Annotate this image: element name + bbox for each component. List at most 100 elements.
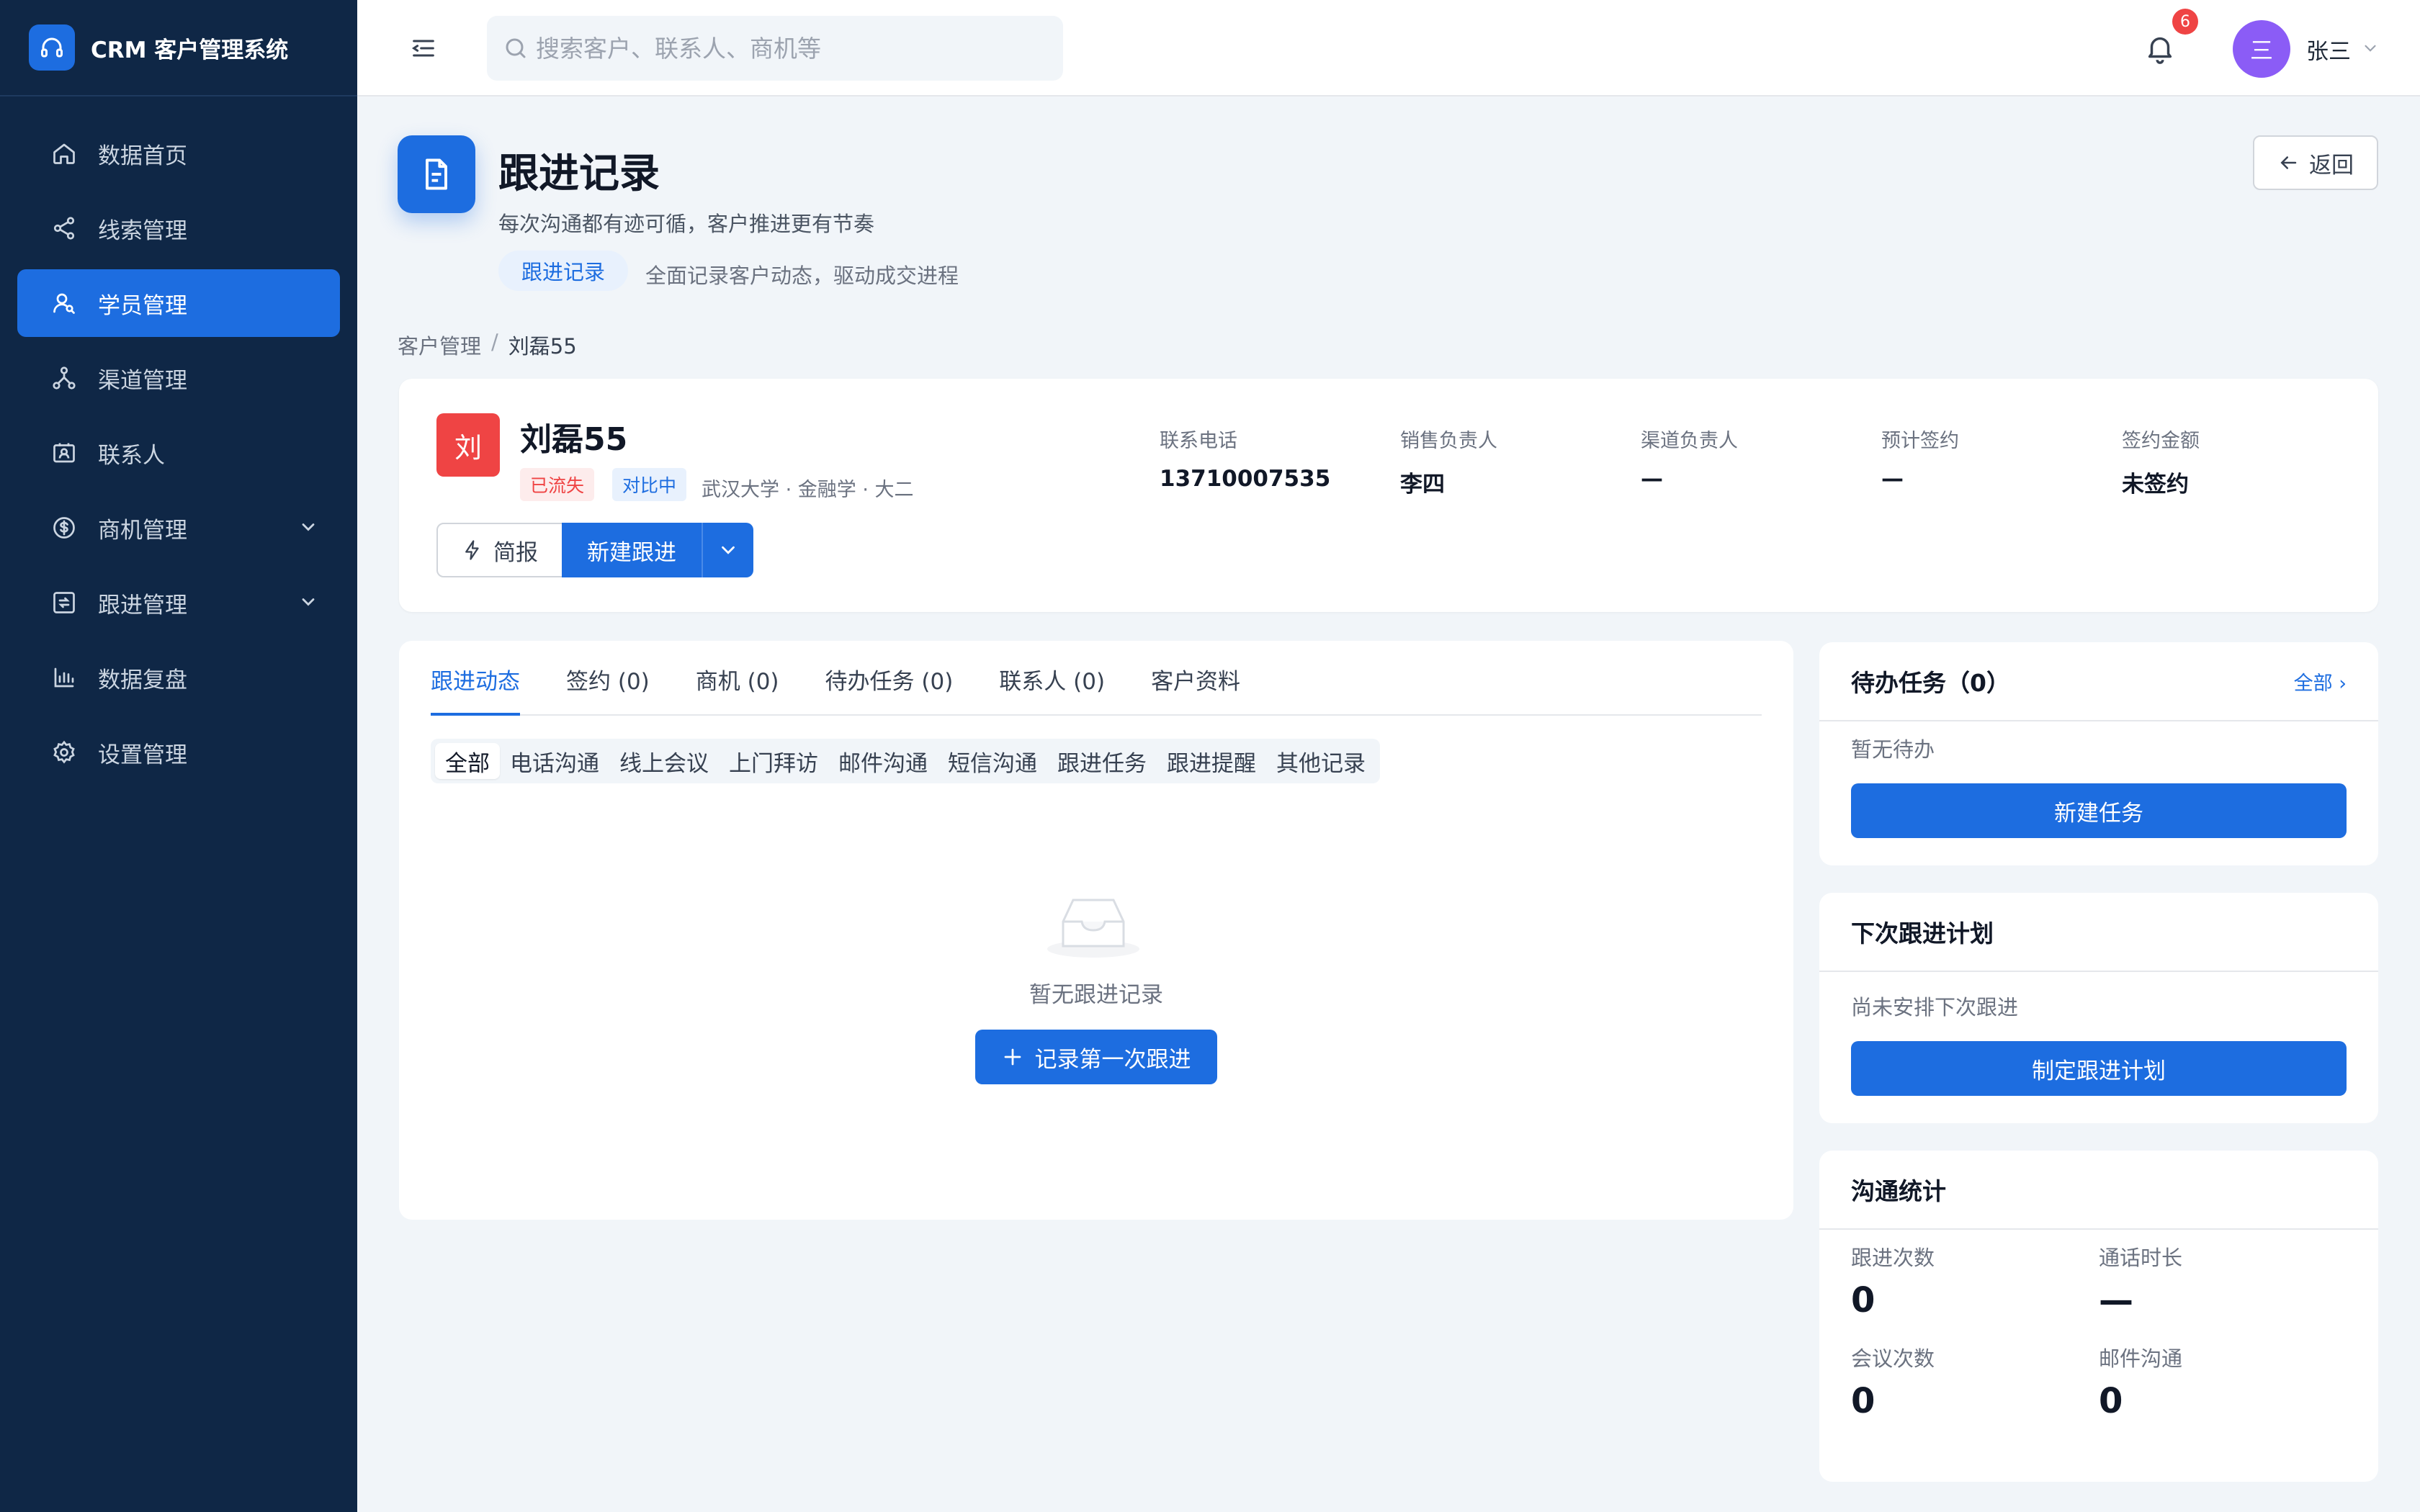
info-phone: 联系电话 13710007535 bbox=[1160, 425, 1330, 492]
sidebar-item-dashboard[interactable]: 数据首页 bbox=[17, 120, 340, 187]
tab-todos[interactable]: 待办任务 (0) bbox=[825, 663, 954, 714]
tab-profile[interactable]: 客户资料 bbox=[1151, 663, 1240, 714]
menu-collapse-icon[interactable] bbox=[409, 34, 438, 63]
page-subtitle: 每次沟通都有迹可循，客户推进更有节奏 bbox=[498, 212, 875, 236]
tab-contracts[interactable]: 签约 (0) bbox=[566, 663, 650, 714]
brand-title: CRM 客户管理系统 bbox=[91, 37, 289, 63]
home-icon bbox=[50, 140, 78, 167]
info-value: 未签约 bbox=[2122, 472, 2189, 498]
info-value: — bbox=[1641, 466, 1663, 492]
info-value: — bbox=[1881, 466, 1904, 492]
sidebar-item-settings[interactable]: 设置管理 bbox=[17, 719, 340, 786]
info-label: 联系电话 bbox=[1160, 430, 1237, 452]
search-box[interactable] bbox=[487, 16, 1063, 81]
chevron-down-icon bbox=[722, 546, 735, 554]
status-badge: 已流失 bbox=[520, 468, 595, 501]
back-label: 返回 bbox=[2309, 152, 2354, 179]
info-sales-owner: 销售负责人 李四 bbox=[1400, 425, 1497, 498]
filter-all[interactable]: 全部 bbox=[435, 743, 500, 779]
back-button[interactable]: 返回 bbox=[2253, 135, 2378, 190]
todo-view-all-link[interactable]: 全部 › bbox=[2294, 667, 2347, 696]
refresh-square-icon bbox=[50, 589, 78, 616]
breadcrumb-separator: / bbox=[491, 330, 498, 354]
sidebar-item-label: 跟进管理 bbox=[98, 592, 187, 618]
customer-name: 刘磊55 bbox=[520, 421, 628, 458]
filter-online-meeting[interactable]: 线上会议 bbox=[609, 743, 719, 779]
sidebar: CRM 客户管理系统 数据首页 线索管理 学员管理 渠道管理 联系人 商机管理 bbox=[0, 0, 357, 1512]
page-title: 跟进记录 bbox=[498, 150, 660, 197]
todo-card-header: 待办任务（0） 全部 › bbox=[1819, 642, 2378, 721]
page-chip: 跟进记录 bbox=[498, 251, 629, 291]
network-icon bbox=[50, 364, 78, 392]
tab-opportunities[interactable]: 商机 (0) bbox=[696, 663, 779, 714]
filter-sms[interactable]: 短信沟通 bbox=[938, 743, 1047, 779]
chevron-down-icon bbox=[302, 598, 315, 606]
user-name[interactable]: 张三 bbox=[2306, 33, 2351, 66]
headset-icon bbox=[29, 24, 75, 71]
info-label: 渠道负责人 bbox=[1641, 430, 1738, 452]
sidebar-item-students[interactable]: 学员管理 bbox=[17, 269, 340, 337]
next-plan-card: 下次跟进计划 尚未安排下次跟进 制定跟进计划 bbox=[1819, 893, 2378, 1123]
chevron-down-icon[interactable] bbox=[2361, 39, 2380, 58]
filter-email[interactable]: 邮件沟通 bbox=[828, 743, 938, 779]
filter-other[interactable]: 其他记录 bbox=[1266, 743, 1376, 779]
stat-value: 0 bbox=[1851, 1280, 1876, 1320]
make-plan-button[interactable]: 制定跟进计划 bbox=[1851, 1041, 2347, 1096]
brand: CRM 客户管理系统 bbox=[0, 0, 357, 96]
new-task-button[interactable]: 新建任务 bbox=[1851, 783, 2347, 838]
stat-value: 0 bbox=[2099, 1381, 2123, 1421]
followup-panel: 跟进动态 签约 (0) 商机 (0) 待办任务 (0) 联系人 (0) 客户资料… bbox=[399, 641, 1793, 1220]
sidebar-item-opportunities[interactable]: 商机管理 bbox=[17, 494, 340, 562]
next-plan-empty-text: 尚未安排下次跟进 bbox=[1851, 995, 2019, 1020]
sidebar-item-review[interactable]: 数据复盘 bbox=[17, 644, 340, 711]
avatar[interactable]: 三 bbox=[2233, 20, 2290, 78]
stat-value: 0 bbox=[1851, 1381, 1876, 1421]
arrow-left-icon bbox=[2280, 156, 2297, 169]
sidebar-item-followups[interactable]: 跟进管理 bbox=[17, 569, 340, 636]
tab-bar: 跟进动态 签约 (0) 商机 (0) 待办任务 (0) 联系人 (0) 客户资料 bbox=[431, 641, 1762, 716]
record-first-followup-button[interactable]: 记录第一次跟进 bbox=[975, 1030, 1217, 1084]
sidebar-item-label: 渠道管理 bbox=[98, 367, 187, 394]
sidebar-item-leads[interactable]: 线索管理 bbox=[17, 194, 340, 262]
tab-contacts[interactable]: 联系人 (0) bbox=[999, 663, 1105, 714]
info-label: 签约金额 bbox=[2122, 430, 2200, 452]
stat-label: 通话时长 bbox=[2099, 1246, 2183, 1270]
sidebar-item-label: 数据首页 bbox=[98, 143, 187, 169]
tab-activity[interactable]: 跟进动态 bbox=[431, 663, 520, 716]
stat-label: 邮件沟通 bbox=[2099, 1346, 2183, 1371]
new-followup-button[interactable]: 新建跟进 bbox=[562, 523, 702, 577]
contact-card-icon bbox=[50, 439, 78, 467]
page-chip-description: 全面记录客户动态，驱动成交进程 bbox=[645, 264, 959, 288]
sidebar-item-label: 商机管理 bbox=[98, 517, 187, 544]
sidebar-nav: 数据首页 线索管理 学员管理 渠道管理 联系人 商机管理 跟进管理 数据复盘 设… bbox=[0, 96, 357, 786]
filter-phone[interactable]: 电话沟通 bbox=[500, 743, 609, 779]
bar-chart-icon bbox=[50, 664, 78, 691]
dollar-circle-icon bbox=[50, 514, 78, 541]
sidebar-item-contacts[interactable]: 联系人 bbox=[17, 419, 340, 487]
search-icon bbox=[506, 38, 526, 58]
record-first-label: 记录第一次跟进 bbox=[1034, 1046, 1191, 1073]
stat-meeting-count: 会议次数 0 bbox=[1851, 1342, 2099, 1421]
customer-card: 刘 刘磊55 已流失 对比中 武汉大学 · 金融学 · 大二 简报 新建跟进 联… bbox=[399, 379, 2378, 612]
search-input[interactable] bbox=[536, 34, 1026, 63]
brief-button[interactable]: 简报 bbox=[436, 523, 563, 577]
info-value: 李四 bbox=[1400, 472, 1445, 498]
communication-stats-card: 沟通统计 跟进次数 0 通话时长 — 会议次数 0 邮件沟通 0 bbox=[1819, 1151, 2378, 1482]
stats-grid: 跟进次数 0 通话时长 — 会议次数 0 邮件沟通 0 bbox=[1819, 1230, 2378, 1421]
user-search-icon bbox=[50, 289, 78, 317]
filter-reminder[interactable]: 跟进提醒 bbox=[1157, 743, 1266, 779]
sidebar-item-channels[interactable]: 渠道管理 bbox=[17, 344, 340, 412]
bell-icon[interactable] bbox=[2143, 32, 2177, 65]
sidebar-item-label: 学员管理 bbox=[98, 292, 187, 319]
info-label: 销售负责人 bbox=[1400, 430, 1497, 452]
share-icon bbox=[50, 215, 78, 242]
breadcrumb-current: 刘磊55 bbox=[508, 334, 577, 359]
breadcrumb: 客户管理 / 刘磊55 bbox=[398, 330, 577, 360]
todo-empty-text: 暂无待办 bbox=[1851, 737, 1935, 762]
sidebar-item-label: 线索管理 bbox=[98, 217, 187, 244]
new-followup-dropdown[interactable] bbox=[702, 523, 753, 577]
breadcrumb-parent[interactable]: 客户管理 bbox=[398, 330, 481, 360]
filter-task[interactable]: 跟进任务 bbox=[1047, 743, 1157, 779]
stat-call-duration: 通话时长 — bbox=[2099, 1241, 2347, 1320]
filter-visit[interactable]: 上门拜访 bbox=[719, 743, 828, 779]
